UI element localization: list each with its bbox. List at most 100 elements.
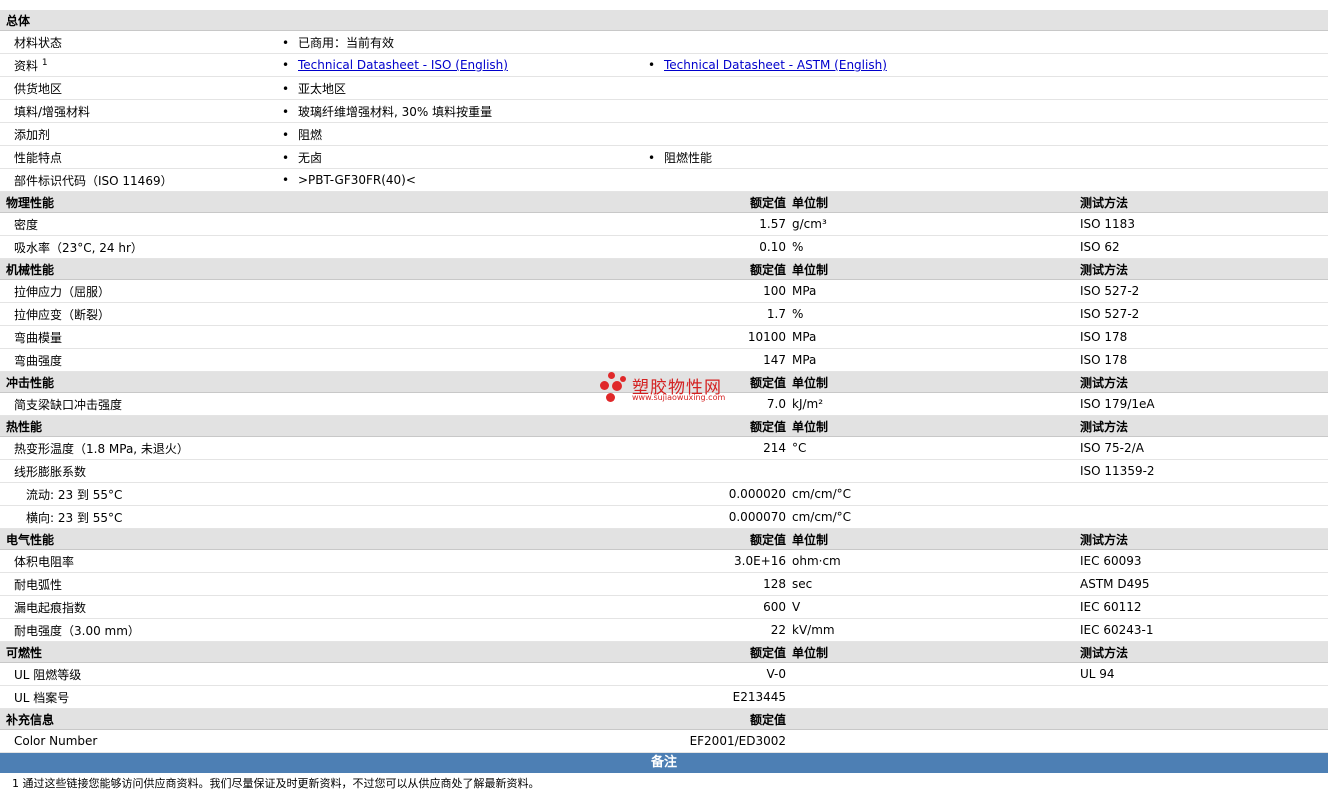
- property-method: [1074, 482, 1328, 506]
- row-value: 玻璃纤维增强材料, 30% 填料按重量: [298, 104, 493, 119]
- property-row: 弯曲模量 10100 MPa ISO 178: [0, 325, 1328, 349]
- row-value: 阻燃: [298, 127, 323, 142]
- property-value: E213445: [642, 685, 792, 709]
- property-row: 拉伸应变（断裂） 1.7 % ISO 527-2: [0, 302, 1328, 326]
- section-impact-header: 冲击性能 额定值 单位制 测试方法: [0, 371, 1328, 393]
- property-value: 100: [642, 279, 792, 303]
- row-label: 部件标识代码（ISO 11469）: [0, 168, 276, 192]
- property-method: IEC 60112: [1074, 595, 1328, 619]
- bullet-icon: [282, 36, 298, 50]
- property-method: ISO 178: [1074, 348, 1328, 372]
- row-value: 已商用：当前有效: [298, 35, 395, 50]
- nominal-header: 额定值: [642, 371, 792, 393]
- nominal-header: 额定值: [642, 415, 792, 437]
- method-header: 测试方法: [1074, 371, 1328, 393]
- row-value: >PBT-GF30FR(40)<: [298, 173, 416, 187]
- general-row: 部件标识代码（ISO 11469） >PBT-GF30FR(40)<: [0, 168, 1328, 192]
- bullet-icon: [282, 82, 298, 96]
- property-method: ISO 1183: [1074, 212, 1328, 236]
- property-label: Color Number: [0, 729, 642, 753]
- section-title: 热性能: [0, 415, 642, 437]
- row-label: 添加剂: [0, 122, 276, 146]
- property-method: ISO 62: [1074, 235, 1328, 259]
- property-unit: MPa: [792, 279, 1074, 303]
- property-value: 10100: [642, 325, 792, 349]
- section-title: 机械性能: [0, 258, 642, 280]
- property-value: 1.7: [642, 302, 792, 326]
- property-label: UL 档案号: [0, 685, 642, 709]
- property-value: 147: [642, 348, 792, 372]
- section-title: 电气性能: [0, 528, 642, 550]
- bullet-icon: [648, 151, 664, 165]
- property-unit: %: [792, 235, 1074, 259]
- property-row: 线形膨胀系数 ISO 11359-2: [0, 459, 1328, 483]
- iso-datasheet-link[interactable]: Technical Datasheet - ISO (English): [298, 58, 508, 72]
- property-label: 弯曲强度: [0, 348, 642, 372]
- unit-header: 单位制: [792, 528, 1074, 550]
- general-row: 材料状态 已商用：当前有效: [0, 30, 1328, 54]
- property-method: ISO 527-2: [1074, 302, 1328, 326]
- property-value: V-0: [642, 662, 792, 686]
- property-row: 拉伸应力（屈服） 100 MPa ISO 527-2: [0, 279, 1328, 303]
- datasheet-table: 总体 材料状态 已商用：当前有效 资料 1 Technical Datashee…: [0, 10, 1328, 753]
- property-row: 吸水率（23°C, 24 hr） 0.10 % ISO 62: [0, 235, 1328, 259]
- section-physical-header: 物理性能 额定值 单位制 测试方法: [0, 191, 1328, 213]
- property-row: UL 档案号 E213445: [0, 685, 1328, 709]
- nominal-header: 额定值: [642, 258, 792, 280]
- property-label: 耐电强度（3.00 mm）: [0, 618, 642, 642]
- property-label: 弯曲模量: [0, 325, 642, 349]
- nominal-header: 额定值: [642, 191, 792, 213]
- property-unit: ohm·cm: [792, 549, 1074, 573]
- row-label: 性能特点: [0, 145, 276, 169]
- property-method: IEC 60093: [1074, 549, 1328, 573]
- section-mechanical-header: 机械性能 额定值 单位制 测试方法: [0, 258, 1328, 280]
- astm-datasheet-link[interactable]: Technical Datasheet - ASTM (English): [664, 58, 887, 72]
- property-row: 体积电阻率 3.0E+16 ohm·cm IEC 60093: [0, 549, 1328, 573]
- property-value: 128: [642, 572, 792, 596]
- property-label: UL 阻燃等级: [0, 662, 642, 686]
- property-label: 耐电弧性: [0, 572, 642, 596]
- unit-header: 单位制: [792, 258, 1074, 280]
- property-row: Color Number EF2001/ED3002: [0, 729, 1328, 753]
- property-row: 耐电强度（3.00 mm） 22 kV/mm IEC 60243-1: [0, 618, 1328, 642]
- unit-header: 单位制: [792, 371, 1074, 393]
- row-value: 阻燃性能: [664, 150, 713, 165]
- property-label: 拉伸应变（断裂）: [0, 302, 642, 326]
- method-header: 测试方法: [1074, 641, 1328, 663]
- footnote-text: 1 通过这些链接您能够访问供应商资料。我们尽量保证及时更新资料，不过您可以从供应…: [12, 777, 540, 790]
- property-unit: cm/cm/°C: [792, 505, 1074, 529]
- unit-header: 单位制: [792, 641, 1074, 663]
- section-general-header: 总体: [0, 10, 1328, 31]
- row-label: 资料: [14, 58, 39, 73]
- bullet-icon: [282, 58, 298, 72]
- nominal-header: 额定值: [642, 528, 792, 550]
- property-row: 漏电起痕指数 600 V IEC 60112: [0, 595, 1328, 619]
- property-method: ISO 527-2: [1074, 279, 1328, 303]
- method-header: 测试方法: [1074, 191, 1328, 213]
- row-label: 填料/增强材料: [0, 99, 276, 123]
- nominal-header: 额定值: [642, 708, 792, 730]
- property-label: 体积电阻率: [0, 549, 642, 573]
- property-label: 密度: [0, 212, 642, 236]
- method-header: 测试方法: [1074, 415, 1328, 437]
- property-value: 0.10: [642, 235, 792, 259]
- property-method: ISO 11359-2: [1074, 459, 1328, 483]
- unit-header: 单位制: [792, 191, 1074, 213]
- property-row: UL 阻燃等级 V-0 UL 94: [0, 662, 1328, 686]
- property-unit: V: [792, 595, 1074, 619]
- row-value: 无卤: [298, 150, 323, 165]
- property-unit: [792, 662, 1074, 686]
- property-label: 横向: 23 到 55°C: [0, 505, 642, 529]
- property-value: 0.000020: [642, 482, 792, 506]
- property-unit: [792, 459, 1074, 483]
- section-title: 物理性能: [0, 191, 642, 213]
- bullet-icon: [282, 173, 298, 187]
- general-row: 填料/增强材料 玻璃纤维增强材料, 30% 填料按重量: [0, 99, 1328, 123]
- section-flammability-header: 可燃性 额定值 单位制 测试方法: [0, 641, 1328, 663]
- property-method: [1074, 685, 1328, 709]
- section-title: 总体: [0, 10, 1328, 31]
- general-row: 资料 1 Technical Datasheet - ISO (English)…: [0, 53, 1328, 77]
- notes-header: 备注: [0, 753, 1328, 773]
- section-title: 冲击性能: [0, 371, 642, 393]
- property-value: 214: [642, 436, 792, 460]
